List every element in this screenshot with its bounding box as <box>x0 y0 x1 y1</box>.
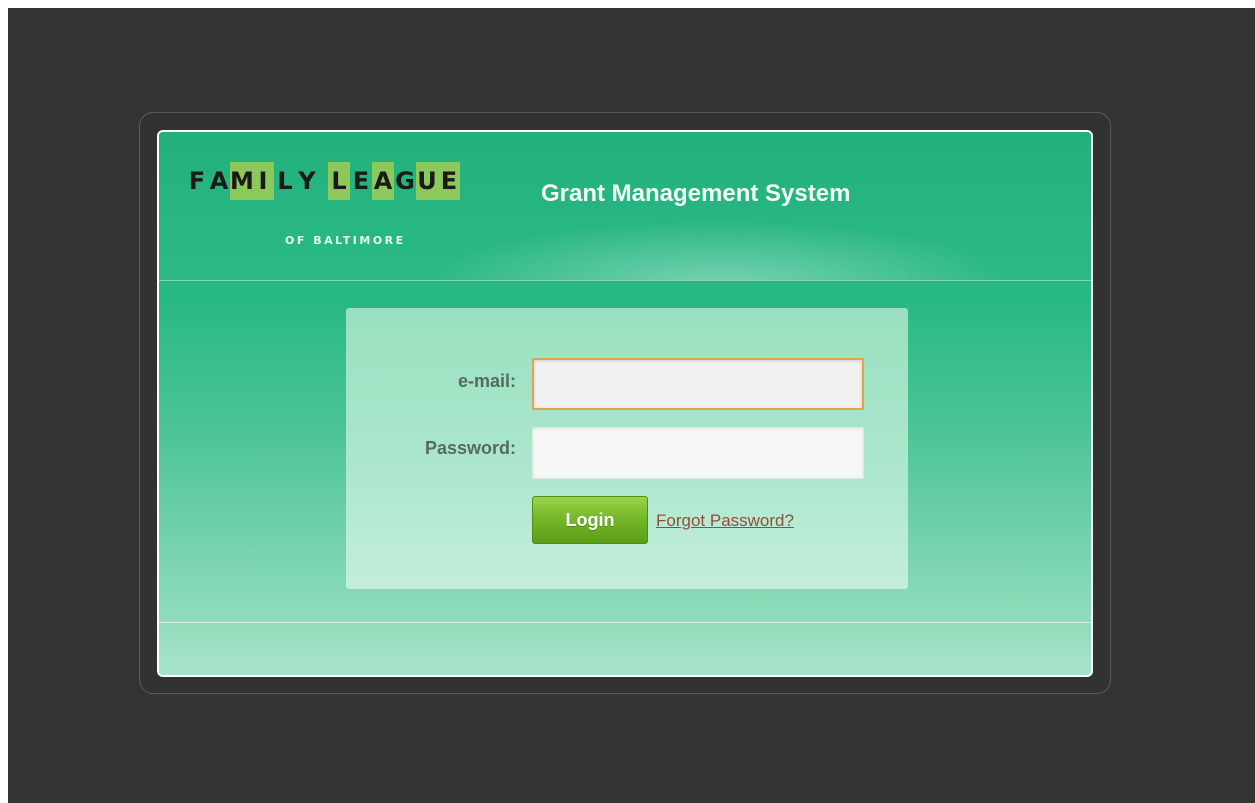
family-league-logo: F A M I L Y L E A G U E OF BALTIMORE <box>186 162 460 247</box>
logo-subtitle: OF BALTIMORE <box>285 234 406 247</box>
login-form-panel: e-mail: Password: Login Forgot Password? <box>346 308 908 589</box>
password-input[interactable] <box>532 427 864 479</box>
app-title: Grant Management System <box>541 180 851 207</box>
login-button[interactable]: Login <box>532 496 648 544</box>
password-label: Password: <box>424 438 516 458</box>
logo-letters: F A M I L Y L E A G U E <box>186 162 460 200</box>
header: F A M I L Y L E A G U E OF BALTIMORE Gra… <box>159 132 1091 281</box>
login-window: F A M I L Y L E A G U E OF BALTIMORE Gra… <box>157 130 1093 677</box>
email-input[interactable] <box>532 358 864 410</box>
email-label: e-mail: <box>457 371 516 391</box>
footer-band <box>159 622 1091 675</box>
forgot-password-link[interactable]: Forgot Password? <box>656 511 794 531</box>
